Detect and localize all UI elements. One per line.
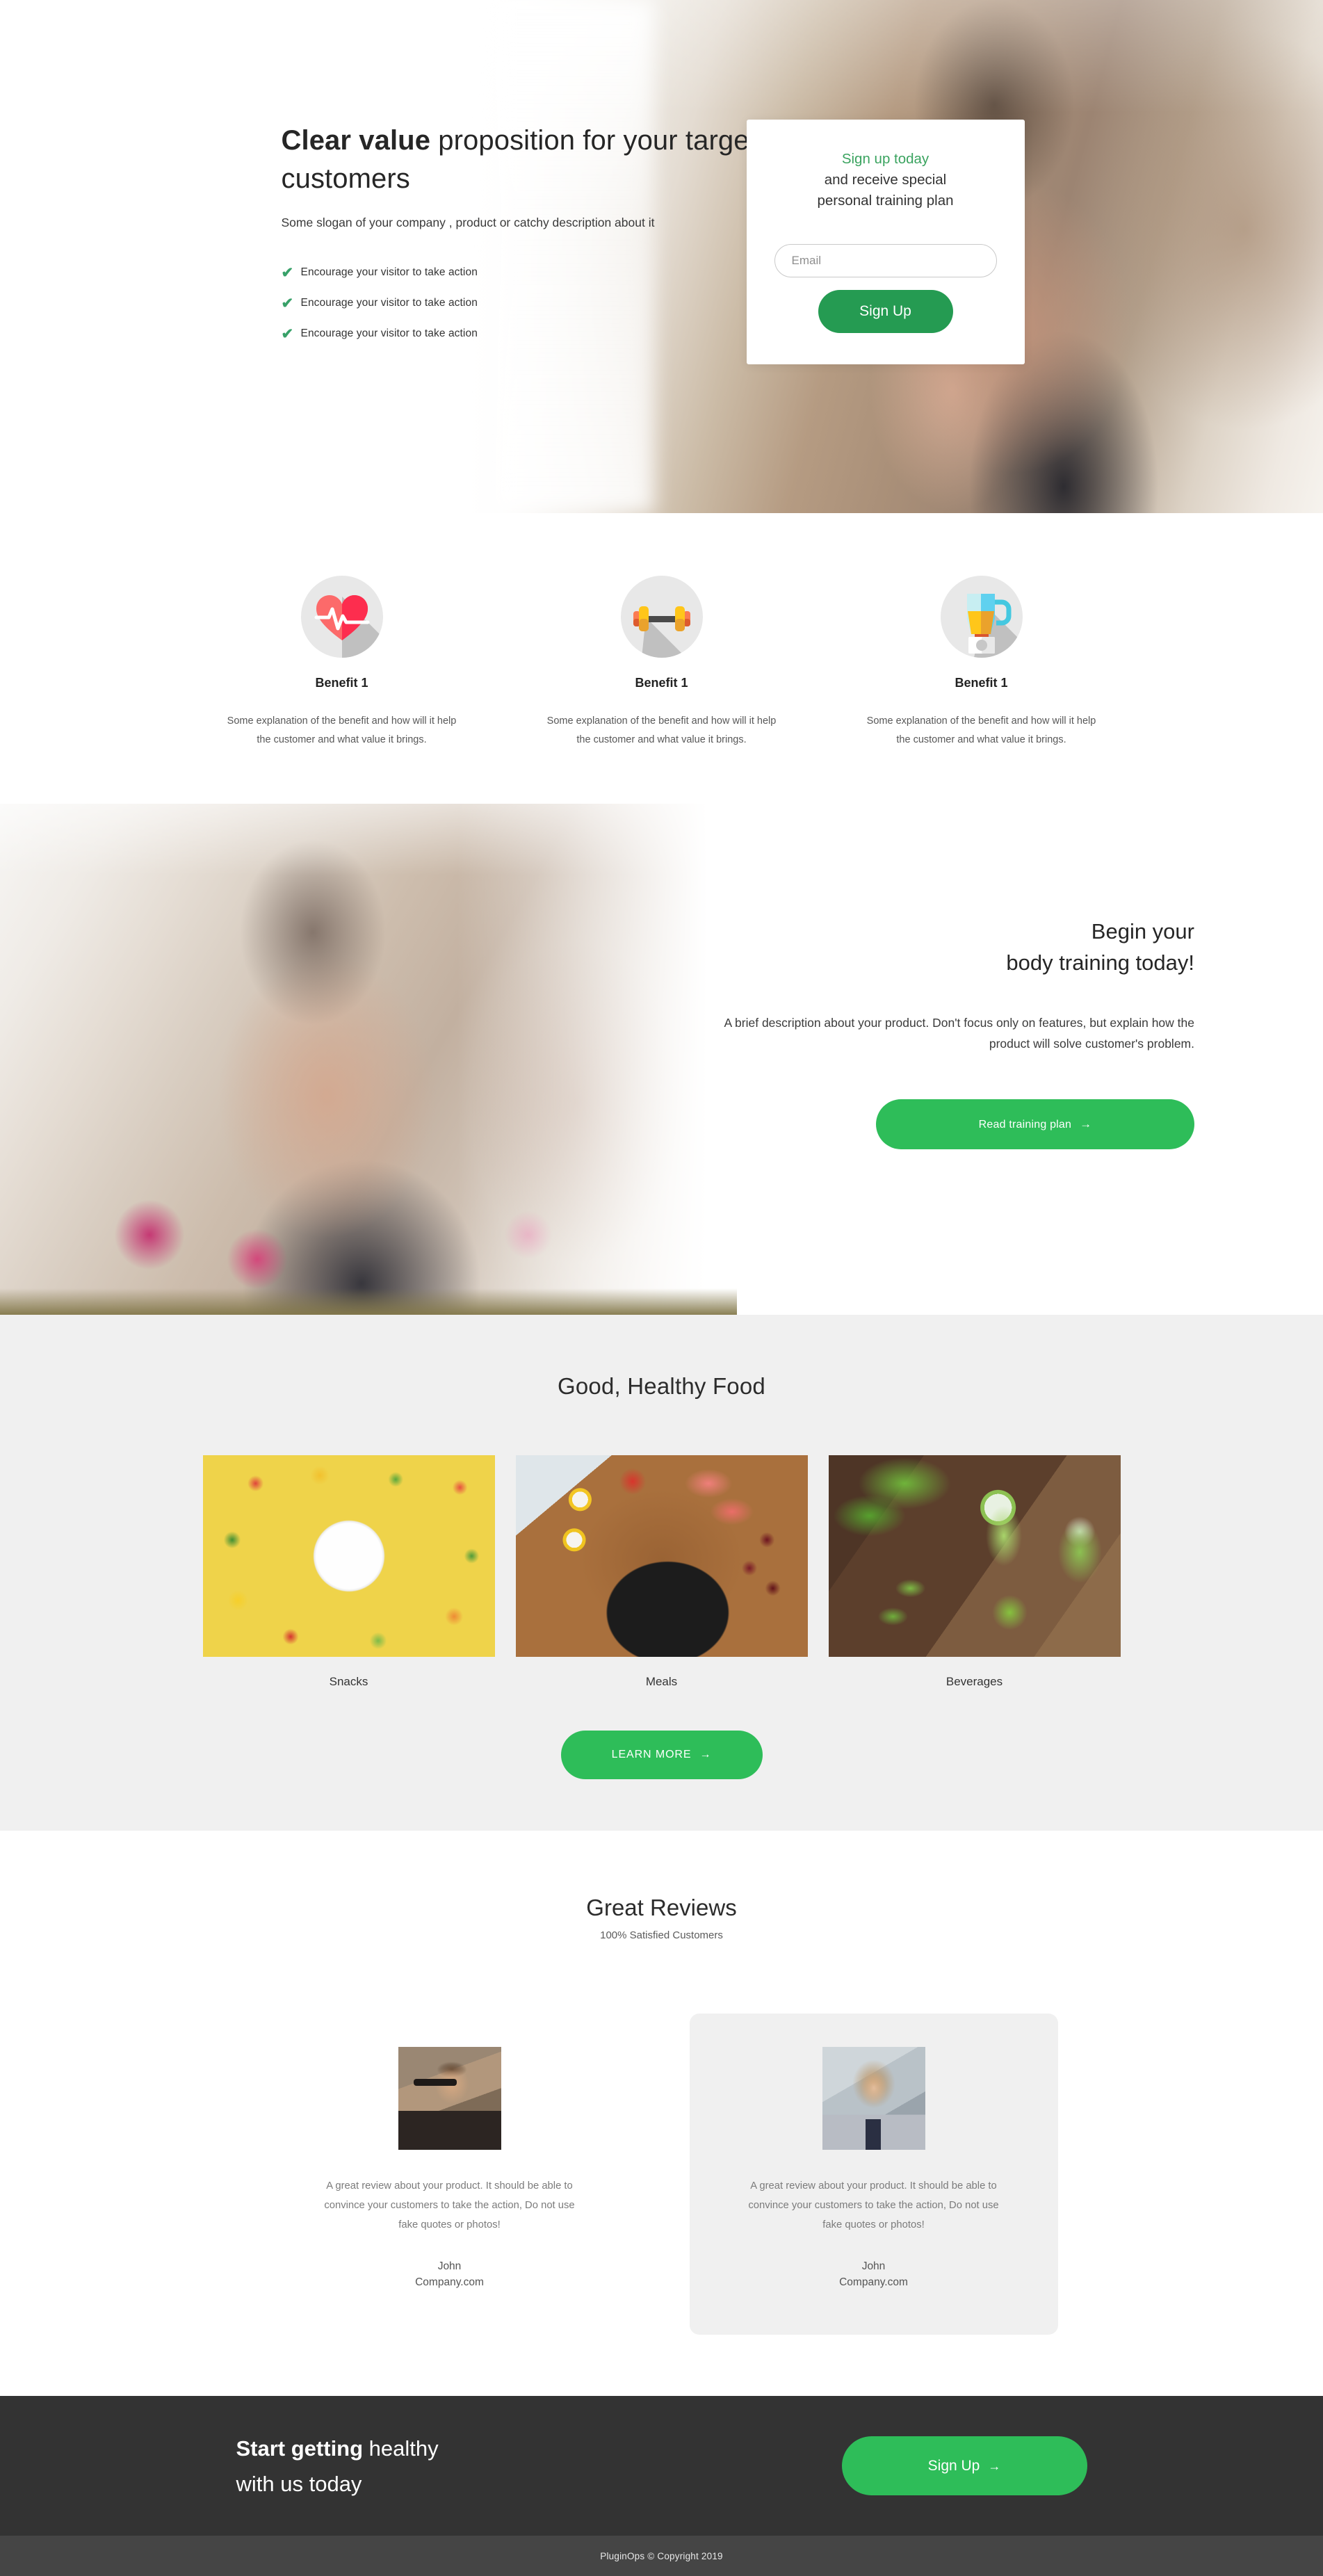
review-quote: A great review about your product. It sh…: [748, 2180, 999, 2230]
footer-bar: PluginOps © Copyright 2019: [0, 2536, 1323, 2576]
benefit-description: Some explanation of the benefit and how …: [866, 715, 1096, 745]
page-title: Clear value proposition for your target …: [282, 122, 768, 198]
heartbeat-icon: [300, 576, 383, 658]
arrow-right-icon: →: [1080, 1117, 1092, 1131]
cta-headline-rest: healthy: [363, 2436, 439, 2461]
review-author-name: John: [861, 2260, 886, 2272]
meals-image: [515, 1455, 808, 1657]
food-card[interactable]: Snacks: [202, 1455, 495, 1689]
hero-copy: Clear value proposition for your target …: [282, 122, 768, 357]
cta-headline-strong: Start getting: [236, 2436, 364, 2461]
review-author-company: Company.com: [415, 2276, 484, 2289]
bullet-label: Encourage your visitor to take action: [300, 266, 478, 279]
learn-more-button[interactable]: LEARN MORE →: [560, 1730, 763, 1779]
list-item: ✔ Encourage your visitor to take action: [282, 296, 768, 311]
copyright-text: PluginOps © Copyright 2019: [600, 2550, 723, 2561]
dumbbell-icon: [620, 576, 703, 658]
training-photo: [0, 803, 737, 1315]
page-title-strong: Clear value: [281, 125, 431, 156]
arrow-right-icon: →: [988, 2458, 1001, 2473]
bullet-label: Encourage your visitor to take action: [300, 297, 478, 309]
hero-section: Clear value proposition for your target …: [0, 0, 1323, 513]
food-caption: Beverages: [945, 1674, 1003, 1688]
reviews-title: Great Reviews: [586, 1894, 737, 1920]
cta-headline-line2: with us today: [236, 2471, 362, 2496]
review-author-name: John: [437, 2260, 462, 2272]
training-section: Begin your body training today! A brief …: [0, 803, 1323, 1315]
benefits-row: Benefit 1 Some explanation of the benefi…: [210, 576, 1114, 750]
food-section: Good, Healthy Food Snacks Meals Beverage…: [0, 1314, 1323, 1831]
beverages-image: [828, 1455, 1121, 1657]
benefit-description: Some explanation of the benefit and how …: [227, 715, 457, 745]
cta-section: Start getting healthy with us today Sign…: [0, 2396, 1323, 2536]
avatar: [398, 2046, 501, 2150]
signup-button[interactable]: Sign Up: [818, 289, 953, 333]
food-caption: Meals: [645, 1674, 678, 1688]
review-quote: A great review about your product. It sh…: [324, 2180, 575, 2230]
signup-card: Sign up today and receive special person…: [746, 120, 1025, 364]
read-training-plan-button[interactable]: Read training plan →: [876, 1099, 1194, 1150]
check-icon: ✔: [281, 264, 294, 281]
signup-headline-green: Sign up today: [841, 151, 930, 167]
learn-more-label: LEARN MORE: [611, 1748, 692, 1760]
cta-headline: Start getting healthy with us today: [236, 2431, 439, 2502]
signup-headline-line3: personal training plan: [817, 192, 954, 209]
list-item: ✔ Encourage your visitor to take action: [282, 266, 768, 280]
review-author: John Company.com: [738, 2258, 1009, 2291]
food-card[interactable]: Beverages: [828, 1455, 1121, 1689]
benefit-title: Benefit 1: [635, 676, 688, 690]
benefit-card: Benefit 1 Some explanation of the benefi…: [850, 576, 1114, 750]
review-card: A great review about your product. It sh…: [266, 2014, 634, 2335]
benefit-card: Benefit 1 Some explanation of the benefi…: [210, 576, 474, 750]
review-card: A great review about your product. It sh…: [689, 2013, 1058, 2335]
training-title-line1: Begin your: [1091, 918, 1194, 943]
list-item: ✔ Encourage your visitor to take action: [282, 327, 768, 341]
training-title: Begin your body training today!: [695, 916, 1194, 979]
check-icon: ✔: [281, 295, 294, 311]
food-caption: Snacks: [329, 1674, 368, 1688]
landing-page: Clear value proposition for your target …: [0, 0, 1323, 2576]
training-description: A brief description about your product. …: [724, 1015, 1194, 1051]
blender-icon: [940, 576, 1023, 658]
check-icon: ✔: [281, 325, 294, 342]
benefits-section: Benefit 1 Some explanation of the benefi…: [0, 513, 1323, 804]
snacks-image: [202, 1455, 495, 1657]
bullet-label: Encourage your visitor to take action: [300, 327, 478, 340]
review-author-company: Company.com: [839, 2276, 908, 2289]
hero-subtitle: Some slogan of your company , product or…: [281, 215, 655, 229]
avatar: [822, 2046, 925, 2150]
email-field[interactable]: [774, 243, 997, 277]
reviews-row: A great review about your product. It sh…: [266, 2013, 1058, 2335]
benefit-title: Benefit 1: [315, 676, 368, 690]
benefit-description: Some explanation of the benefit and how …: [546, 715, 777, 745]
food-card[interactable]: Meals: [515, 1455, 808, 1689]
man-with-glasses-photo: [398, 2046, 501, 2150]
smiling-woman-photo: [822, 2046, 925, 2150]
reviews-subtitle: 100% Satisfied Customers: [600, 1929, 723, 1941]
cta-signup-label: Sign Up: [927, 2457, 980, 2474]
food-title: Good, Healthy Food: [558, 1372, 765, 1399]
cta-signup-button[interactable]: Sign Up →: [841, 2436, 1087, 2496]
food-row: Snacks Meals Beverages: [202, 1455, 1121, 1689]
benefit-card: Benefit 1 Some explanation of the benefi…: [530, 576, 794, 750]
read-training-plan-label: Read training plan: [978, 1119, 1072, 1131]
hero-bullet-list: ✔ Encourage your visitor to take action …: [282, 266, 768, 341]
training-copy: Begin your body training today! A brief …: [695, 804, 1323, 1315]
benefit-title: Benefit 1: [955, 676, 1008, 690]
training-title-line2: body training today!: [1006, 950, 1194, 975]
reviews-section: Great Reviews 100% Satisfied Customers A…: [0, 1830, 1323, 2397]
review-author: John Company.com: [314, 2258, 585, 2291]
signup-headline-line2: and receive special: [824, 171, 947, 188]
arrow-right-icon: →: [699, 1748, 712, 1760]
